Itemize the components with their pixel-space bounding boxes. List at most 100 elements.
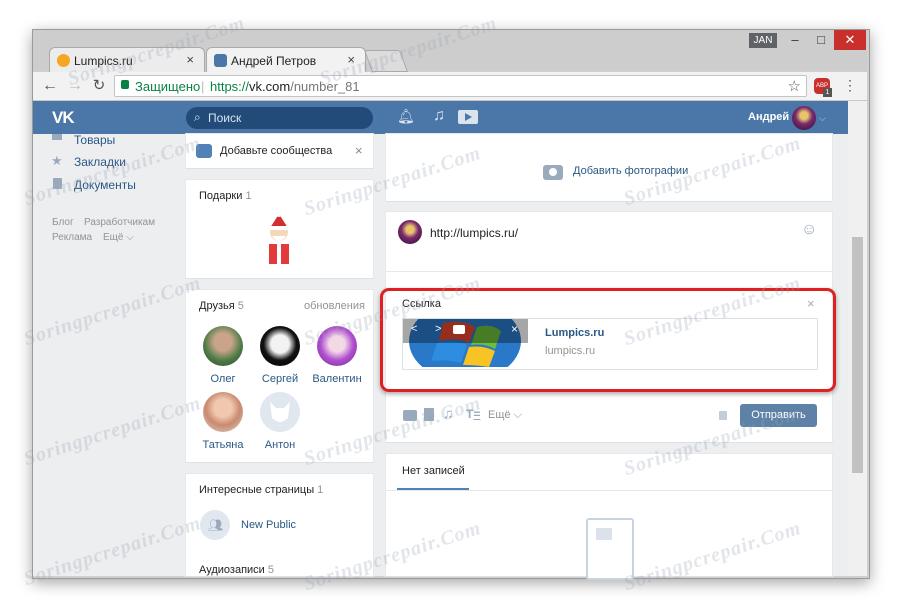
add-communities-card[interactable]: Добавьте сообщества × (186, 134, 373, 168)
next-thumbnail-icon[interactable]: > (435, 323, 441, 335)
friends-title-label: Друзья (199, 300, 235, 312)
add-communities-label: Добавьте сообщества (220, 145, 333, 157)
friend-name[interactable]: Антон (250, 439, 310, 451)
tab-no-posts[interactable]: Нет записей (402, 465, 465, 477)
friends-title[interactable]: Друзья 5 (199, 300, 244, 312)
scrollbar[interactable] (848, 101, 867, 576)
audio-title-label: Аудиозаписи (199, 564, 265, 576)
footer-more-label: Ещё (103, 232, 124, 243)
friend-avatar[interactable] (260, 326, 300, 366)
friend-name[interactable]: Валентин (307, 373, 367, 385)
footer-link-ads[interactable]: Реклама (52, 232, 92, 243)
back-arrow-icon[interactable]: ← (40, 76, 60, 96)
add-photos-label: Добавить фотографии (573, 165, 689, 177)
vk-favicon-icon (214, 54, 227, 67)
divider (386, 271, 832, 272)
minimize-button[interactable]: – (782, 30, 808, 50)
communities-icon (196, 144, 212, 158)
reload-icon[interactable]: ↻ (89, 76, 109, 96)
gifts-title[interactable]: Подарки 1 (199, 190, 252, 202)
scrollbar-thumb[interactable] (852, 237, 863, 473)
thumbnail-camera-icon[interactable] (453, 325, 465, 334)
attach-video-icon[interactable] (424, 408, 434, 421)
friend-name[interactable]: Сергей (250, 373, 310, 385)
attach-more[interactable]: Ещё ⌵ (488, 409, 522, 422)
close-icon[interactable]: × (355, 143, 363, 158)
divider (386, 490, 832, 491)
search-input[interactable]: ⌕ Поиск (186, 107, 373, 129)
public-avatar-icon[interactable]: 👥︎ (200, 510, 230, 540)
music-note-icon[interactable]: ♫ (433, 107, 445, 125)
url-divider: | (201, 79, 205, 94)
friends-updates-link[interactable]: обновления (304, 300, 365, 312)
menu-item-bookmarks[interactable]: Закладки (74, 155, 126, 169)
friend-avatar[interactable] (203, 326, 243, 366)
remove-thumbnail-icon[interactable]: × (511, 322, 518, 336)
post-text-input[interactable]: http://lumpics.ru/ (430, 226, 518, 240)
tab-vk[interactable]: Андрей Петров × (206, 47, 366, 73)
link-thumbnail[interactable]: < > × (403, 319, 528, 367)
secure-label: Защищено (135, 79, 201, 94)
prev-thumbnail-icon[interactable]: < (411, 323, 417, 335)
tab-title: Lumpics.ru (74, 54, 133, 68)
footer-link-blog[interactable]: Блог (52, 217, 74, 228)
remove-link-icon[interactable]: × (807, 296, 815, 311)
friend-avatar[interactable] (203, 392, 243, 432)
url-path: /number_81 (290, 79, 360, 94)
footer-link-developers[interactable]: Разработчикам (84, 217, 155, 228)
close-tab-icon[interactable]: × (347, 52, 355, 67)
friend-avatar-placeholder[interactable] (260, 392, 300, 432)
tab-title: Андрей Петров (231, 54, 317, 68)
interesting-count: 1 (317, 484, 324, 496)
add-photos-card[interactable]: Добавить фотографии (386, 134, 832, 201)
audio-count: 5 (267, 564, 274, 576)
interesting-pages-card: Интересные страницы 1 👥︎ New Public Ауди… (186, 474, 373, 576)
address-bar[interactable]: Защищено | https://vk.com/number_81 ☆ (114, 75, 807, 97)
attach-audio-icon[interactable]: ♫ (443, 405, 454, 421)
attach-photo-icon[interactable] (403, 410, 417, 421)
browser-menu-icon[interactable]: ⋮ (843, 77, 857, 94)
menu-item-documents[interactable]: Документы (74, 178, 136, 192)
forward-arrow-icon[interactable]: → (65, 76, 85, 96)
documents-icon (53, 178, 62, 189)
chevron-down-icon[interactable]: ⌵ (819, 113, 826, 124)
public-link[interactable]: New Public (241, 519, 296, 531)
attach-more-label: Ещё (488, 409, 511, 421)
player-play-icon[interactable] (458, 110, 478, 124)
friends-count: 5 (237, 300, 244, 312)
maximize-button[interactable]: □ (808, 30, 834, 50)
link-title[interactable]: Lumpics.ru (545, 327, 604, 339)
goods-icon (52, 134, 62, 140)
url-host: vk.com (249, 79, 291, 94)
friend-avatar[interactable] (317, 326, 357, 366)
profile-chip[interactable]: JAN (749, 33, 777, 48)
gift-santa-icon[interactable] (259, 210, 299, 266)
user-avatar[interactable] (792, 106, 816, 130)
menu-item-goods[interactable]: Товары (74, 133, 115, 147)
privacy-lock-icon[interactable] (719, 411, 727, 420)
user-name[interactable]: Андрей (748, 111, 789, 123)
close-tab-icon[interactable]: × (186, 52, 194, 67)
camera-icon (543, 165, 563, 180)
close-window-button[interactable]: ✕ (834, 30, 866, 50)
notifications-bell-icon[interactable]: 🔔︎ (397, 108, 415, 125)
wall-card: Нет записей (386, 454, 832, 580)
extension-badge: 1 (823, 88, 832, 97)
tab-lumpics[interactable]: Lumpics.ru × (49, 47, 205, 73)
bookmark-star-icon[interactable]: ☆ (788, 77, 801, 95)
link-domain: lumpics.ru (545, 345, 596, 357)
friend-name[interactable]: Олег (193, 373, 253, 385)
lumpics-favicon-icon (57, 54, 70, 67)
interesting-title[interactable]: Интересные страницы 1 (199, 484, 323, 496)
vk-logo[interactable]: VK (52, 108, 75, 128)
emoji-smile-icon[interactable]: ☺ (801, 221, 817, 239)
search-icon: ⌕ (194, 110, 201, 124)
url-scheme: https:// (210, 79, 250, 94)
lock-icon (121, 80, 129, 89)
send-button[interactable]: Отправить (740, 404, 817, 427)
footer-link-more[interactable]: Ещё ⌵ (103, 232, 134, 243)
friend-name[interactable]: Татьяна (193, 439, 253, 451)
attach-text-icon[interactable]: T= (466, 407, 480, 421)
audio-title[interactable]: Аудиозаписи 5 (199, 564, 274, 576)
new-tab-button[interactable] (363, 50, 409, 72)
